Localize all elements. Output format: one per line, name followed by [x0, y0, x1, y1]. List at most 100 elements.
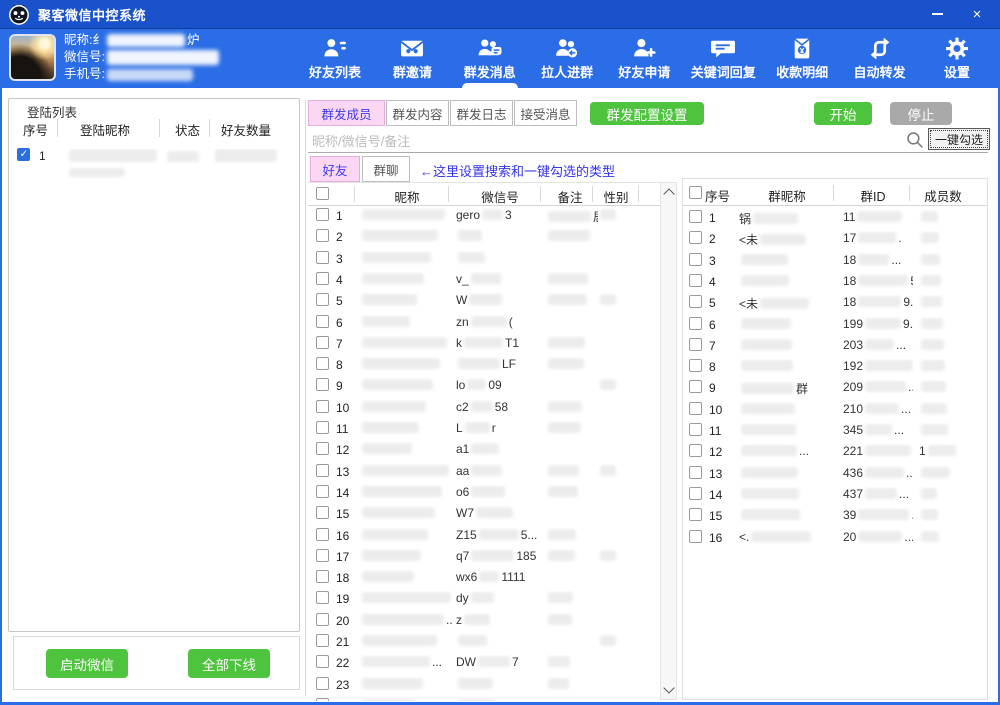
redacted-blur [858, 296, 901, 307]
redacted-blur [479, 571, 499, 582]
row-checkbox[interactable] [689, 402, 702, 415]
redacted-blur [471, 273, 501, 284]
select-all-button[interactable]: 一键勾选 [928, 128, 990, 150]
row-checkbox[interactable] [689, 359, 702, 372]
select-all-groups-checkbox[interactable] [689, 186, 702, 199]
nav-item-mass-message[interactable]: 群发消息 [455, 29, 525, 88]
row-checkbox[interactable] [316, 570, 329, 583]
row-checkbox[interactable] [689, 317, 702, 330]
nickname-cell [360, 698, 454, 701]
row-checkbox[interactable] [316, 634, 329, 647]
row-checkbox[interactable] [689, 338, 702, 351]
col-header: 序号 [23, 120, 48, 139]
friend-row: 7kT1 [308, 333, 660, 354]
redacted-blur [471, 486, 505, 497]
titlebar: 聚客微信中控系统 × [0, 0, 1000, 28]
mass-config-button[interactable]: 群发配置设置 [590, 102, 704, 125]
nav-item-pull-into-group[interactable]: 拉人进群 [532, 29, 602, 88]
nickname-cell: .. [360, 613, 454, 627]
nav-item-keyword-reply[interactable]: 关键词回复 [687, 29, 760, 88]
launch-wechat-button[interactable]: 启动微信 [46, 649, 128, 678]
scroll-down-icon[interactable] [663, 682, 674, 693]
nickname-cell [360, 357, 454, 371]
row-checkbox[interactable] [316, 378, 329, 391]
login-row-checkbox[interactable] [17, 148, 30, 161]
row-checkbox[interactable] [689, 487, 702, 500]
start-button[interactable]: 开始 [814, 102, 872, 125]
tab-receive-messages[interactable]: 接受消息 [514, 100, 577, 126]
row-checkbox[interactable] [689, 231, 702, 244]
row-checkbox[interactable] [316, 315, 329, 328]
search-icon[interactable] [906, 131, 924, 149]
group-row: 11345... [683, 420, 987, 441]
remark-cell [546, 400, 598, 414]
row-checkbox[interactable] [316, 464, 329, 477]
select-all-checkbox[interactable] [316, 187, 329, 200]
row-checkbox[interactable] [316, 400, 329, 413]
row-checkbox[interactable] [316, 506, 329, 519]
stop-button[interactable]: 停止 [890, 102, 952, 125]
row-checkbox[interactable] [689, 508, 702, 521]
row-checkbox[interactable] [689, 444, 702, 457]
col-header: 登陆昵称 [80, 120, 130, 139]
row-checkbox[interactable] [689, 466, 702, 479]
tab-mass-log[interactable]: 群发日志 [450, 100, 513, 126]
row-checkbox[interactable] [316, 528, 329, 541]
redacted-blur [921, 509, 938, 520]
row-checkbox[interactable] [316, 272, 329, 285]
all-offline-button[interactable]: 全部下线 [188, 649, 270, 678]
row-checkbox[interactable] [689, 274, 702, 287]
row-checkbox[interactable] [316, 251, 329, 264]
row-checkbox[interactable] [316, 613, 329, 626]
nav-item-payment-detail[interactable]: 收款明细 [767, 29, 837, 88]
group-id-cell: 436... [843, 466, 913, 480]
row-checkbox[interactable] [689, 380, 702, 393]
nav-item-auto-forward[interactable]: 自动转发 [845, 29, 915, 88]
group-row: 1539... [683, 505, 987, 526]
row-checkbox[interactable] [689, 253, 702, 266]
redacted-blur [362, 571, 414, 582]
scroll-up-icon[interactable] [663, 188, 674, 199]
wechat-id-cell: wx61111 [456, 570, 548, 584]
member-count-cell: 1 [919, 444, 975, 458]
close-button[interactable]: × [960, 0, 994, 28]
minimize-button[interactable] [920, 0, 954, 28]
row-checkbox[interactable] [316, 655, 329, 668]
col-header: 微信号 [454, 187, 546, 206]
friends-scrollbar[interactable] [660, 182, 677, 700]
row-checkbox[interactable] [689, 530, 702, 543]
row-checkbox[interactable] [316, 591, 329, 604]
row-checkbox[interactable] [316, 336, 329, 349]
tab-friends[interactable]: 好友 [310, 156, 360, 182]
row-checkbox[interactable] [316, 442, 329, 455]
row-checkbox[interactable] [316, 677, 329, 690]
row-checkbox[interactable] [316, 549, 329, 562]
member-count-cell [919, 359, 975, 373]
row-checkbox[interactable] [689, 423, 702, 436]
row-checkbox[interactable] [316, 208, 329, 221]
tab-mass-content[interactable]: 群发内容 [386, 100, 449, 126]
row-checkbox[interactable] [316, 421, 329, 434]
row-checkbox[interactable] [316, 229, 329, 242]
redacted-blur [921, 318, 943, 329]
row-checkbox[interactable] [316, 698, 329, 701]
tab-group-chats[interactable]: 群聊 [362, 156, 410, 182]
nav-item-friend-request[interactable]: 好友申请 [609, 29, 679, 88]
redacted-blur [858, 509, 909, 520]
row-checkbox[interactable] [689, 210, 702, 223]
nav-item-friend-list[interactable]: 好友列表 [300, 29, 370, 88]
member-count-cell [919, 530, 975, 544]
row-checkbox[interactable] [689, 295, 702, 308]
col-header: 序号 [705, 186, 739, 205]
row-checkbox[interactable] [316, 485, 329, 498]
group-id-cell: 203... [843, 338, 913, 352]
tab-mass-members[interactable]: 群发成员 [308, 100, 385, 126]
search-input[interactable] [310, 130, 894, 152]
nav-item-group-invite[interactable]: 群邀请 [377, 29, 447, 88]
row-checkbox[interactable] [316, 293, 329, 306]
nickname-cell [360, 229, 454, 243]
redacted-blur [858, 254, 889, 265]
nav-item-settings[interactable]: 设置 [922, 29, 992, 88]
row-checkbox[interactable] [316, 357, 329, 370]
redacted-blur [362, 316, 410, 327]
